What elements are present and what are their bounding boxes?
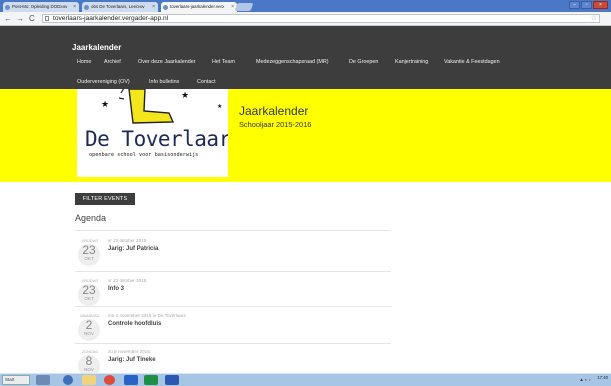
tab-label: obs De Toverlaars, Leer≥ov xyxy=(91,4,145,9)
folder-icon[interactable] xyxy=(82,375,96,385)
hero-title: Jaarkalender xyxy=(239,104,309,118)
event-datetime: vr 23 oktober 2015 xyxy=(108,238,147,243)
menu-item-mr[interactable]: Medezeggenschapsraad (MR) xyxy=(256,59,329,65)
word-icon[interactable] xyxy=(165,375,179,385)
star-icon: ★ xyxy=(181,90,190,100)
filter-events-button[interactable]: FILTER EVENTS xyxy=(75,193,135,205)
site-title[interactable]: Jaarkalender xyxy=(72,43,121,52)
boot-icon xyxy=(118,89,175,124)
tab-close-icon[interactable]: × xyxy=(152,2,155,12)
agenda-event[interactable]: VRIJDAG 23 OKT vr 23 oktober 2015 Jarig:… xyxy=(75,236,395,272)
menu-item-home[interactable]: Home xyxy=(77,59,91,65)
menu-item-archief[interactable]: Archief xyxy=(104,59,121,65)
event-datetime: vr 23 oktober 2015 xyxy=(108,278,147,283)
maximize-icon[interactable]: ▫ xyxy=(581,1,592,9)
window-controls: – ▫ × xyxy=(569,1,608,9)
event-day: 23 xyxy=(82,283,96,297)
tab-label: toverlaars-jaarkalender.ver≥ xyxy=(170,4,225,9)
close-window-icon[interactable]: × xyxy=(593,1,608,9)
menu-item-kanjertraining[interactable]: Kanjertraining xyxy=(395,59,428,65)
new-tab-button[interactable] xyxy=(234,3,254,11)
browser-toolbar: ← → C toverlaars-jaarkalender.vergader-a… xyxy=(0,12,611,26)
tab-label: Post-Mo: Opleiding DOD≥ov xyxy=(12,4,68,9)
logo-tagline: openbare school voor basisonderwijs xyxy=(89,152,199,158)
event-day: 2 xyxy=(85,318,93,332)
event-day: 8 xyxy=(85,354,93,368)
logo-school-name: De Toverlaars xyxy=(85,127,228,151)
agenda-heading: Agenda xyxy=(75,213,107,223)
reload-icon[interactable]: C xyxy=(29,13,35,24)
event-title[interactable]: Controle hoofdluis xyxy=(108,321,161,327)
event-title[interactable]: Info 3 xyxy=(108,286,124,292)
browser-tab-2[interactable]: obs De Toverlaars, Leer≥ov × xyxy=(82,2,158,12)
school-logo[interactable]: ★ ★ ★ De Toverlaars openbare school voor… xyxy=(77,89,228,177)
address-bar[interactable]: toverlaars-jaarkalender.vergader-app.nl … xyxy=(42,14,600,23)
browser-tab-1[interactable]: Post-Mo: Opleiding DOD≥ov × xyxy=(3,2,79,12)
event-month: OKT xyxy=(84,296,94,301)
menu-item-contact[interactable]: Contact xyxy=(197,79,216,85)
menu-item-vakantie[interactable]: Vakantie & Feestdagen xyxy=(444,59,500,65)
event-month: NOV xyxy=(84,367,94,372)
agenda-event[interactable]: MAANDAG 2 NOV ma 2 november 2015 in De T… xyxy=(75,311,395,347)
menu-item-bulletins[interactable]: Info bulletins xyxy=(149,79,179,85)
os-taskbar: Start ▲ ◐ ♪ 17:40 xyxy=(0,373,611,386)
menu-item-over[interactable]: Over deze Jaarkalender xyxy=(138,59,196,65)
event-month: NOV xyxy=(84,331,94,336)
event-month: OKT xyxy=(84,256,94,261)
favicon-icon xyxy=(5,4,10,10)
event-title[interactable]: Jarig: Juf Tineke xyxy=(108,357,156,363)
event-datetime: zo 8 november 2015 xyxy=(108,349,150,354)
address-url[interactable]: toverlaars-jaarkalender.vergader-app.nl xyxy=(53,15,168,23)
browser-tab-3-active[interactable]: toverlaars-jaarkalender.ver≥ × xyxy=(161,2,237,12)
event-day: 23 xyxy=(82,243,96,257)
divider xyxy=(75,271,391,272)
tab-close-icon[interactable]: × xyxy=(231,2,234,12)
menu-item-team[interactable]: Het Team xyxy=(212,59,235,65)
tab-close-icon[interactable]: × xyxy=(73,2,76,12)
bookmark-star-icon[interactable]: ☆ xyxy=(591,14,597,22)
divider xyxy=(75,230,391,231)
hero-subtitle: Schooljaar 2015-2016 xyxy=(239,120,312,129)
favicon-icon xyxy=(84,4,89,10)
divider xyxy=(75,306,391,307)
explorer-icon[interactable] xyxy=(36,375,50,385)
start-button[interactable]: Start xyxy=(2,375,30,385)
menu-item-groepen[interactable]: De Groepen xyxy=(349,59,378,65)
forward-arrow-icon[interactable]: → xyxy=(16,13,24,24)
media-player-icon[interactable] xyxy=(63,375,73,385)
event-title[interactable]: Jarig: Juf Patricia xyxy=(108,246,158,252)
back-arrow-icon[interactable]: ← xyxy=(4,13,12,24)
menu-item-ov[interactable]: Oudervereniging (OV) xyxy=(77,79,130,85)
browser-tab-strip: Post-Mo: Opleiding DOD≥ov × obs De Tover… xyxy=(0,0,611,12)
divider xyxy=(75,343,391,344)
page-icon xyxy=(45,16,49,21)
taskbar-clock[interactable]: 17:40 xyxy=(597,375,608,380)
minimize-icon[interactable]: – xyxy=(569,1,580,9)
event-datetime: ma 2 november 2015 in De Toverlaars xyxy=(108,313,186,318)
star-icon: ★ xyxy=(217,104,223,110)
excel-icon[interactable] xyxy=(144,375,158,385)
chrome-icon[interactable] xyxy=(104,375,115,385)
outlook-icon[interactable] xyxy=(124,375,138,385)
system-tray[interactable]: ▲ ◐ ♪ xyxy=(579,377,591,382)
star-icon: ★ xyxy=(101,99,110,109)
favicon-icon xyxy=(163,4,168,10)
